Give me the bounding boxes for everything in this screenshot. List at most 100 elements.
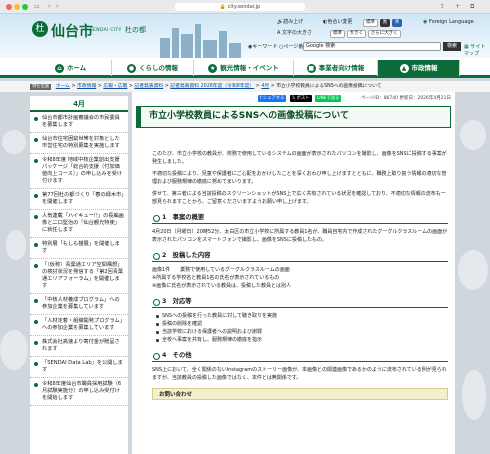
minimize-window-icon[interactable] [14,4,20,10]
skyline-building [229,43,241,58]
share-icon[interactable]: ⇪ [440,3,445,11]
text-standard-button[interactable]: 標準 [330,30,345,38]
read-aloud-label: 読み上げ [283,19,304,25]
city-logo-tagline: 杜の都 [125,26,146,34]
sakura-decoration [458,250,488,290]
updated-label: 更新日： [399,96,418,101]
nav-city-admin[interactable]: ▲ 市政情報 [378,60,460,76]
color-black-button[interactable]: 黒 [379,19,391,27]
section-heading: 1 事案の概要 [152,212,448,224]
nav-living[interactable]: ● くらしの情報 [112,60,194,76]
nav-tourism[interactable]: ★ 観光情報・イベント [194,60,294,76]
section-paragraph: SNS上において、全く関係のないInstagramのストーリー画像が、本画像との… [152,367,447,381]
section-heading: 3 対応等 [152,296,448,308]
breadcrumb-link[interactable]: 4月 [261,84,269,89]
sidebar-link[interactable]: 「人材定着・組織開発プログラム」への参加企業を募集しています [30,315,128,336]
page-title: 市立小学校教員によるSNSへの画像投稿について [149,111,349,121]
text-large-button[interactable]: 大きく [346,30,367,38]
sidebar-link[interactable]: 人気連載「ハイキュー!!」の長編画像と二口堅治の「仙台観光特使」に就任します [30,210,128,238]
x-post-button[interactable]: 𝕏 ポスト [289,95,312,102]
sidebar-link[interactable]: 令和8年度 地域中核企業創出支援パッケージ「総合的支援（付加価値向上コース）」の… [30,154,128,189]
back-icon[interactable]: ‹ [48,3,50,11]
tabs-overview-icon[interactable]: ⧉ [470,3,474,11]
color-change-text: 色合い変更 [327,19,353,25]
intro-paragraph: このたび、市立小学校の教員が、校務で使用しているシステムの画面が表示されたパソコ… [152,151,447,165]
sakura-decoration [462,370,486,420]
line-share-label: LINEで送る [316,96,340,101]
maximize-window-icon[interactable] [22,4,28,10]
sidebar-link[interactable]: 「中核人材養成プログラム」への参加企業を募集しています [30,294,128,315]
search-button[interactable]: 検索 [443,42,461,51]
breadcrumb-current: 市立小学校教員によるSNSへの画像投稿について [276,84,382,89]
skyline-building [172,28,179,58]
nav-living-label: くらしの情報 [139,64,178,72]
nav-home[interactable]: ⌂ ホーム [30,60,112,76]
sakura-decoration [460,120,486,150]
sitemap-link[interactable]: ▦ サイトマップ [464,43,490,57]
sidebar-link[interactable]: 令和8年度仙台市職員採用試験（6月試験実施分）の申し込み受付けを開始します [30,378,128,406]
text-size-label: A 文字の大きさ [277,29,312,37]
new-tab-icon[interactable]: + [455,3,460,11]
intro-paragraph: 併せて、第三者による当該投稿のスクリーンショットがSNS上で広く共有されている状… [152,191,446,205]
address-bar[interactable]: 🔒 city.sendai.jp [175,3,305,11]
site-header: 杜 仙台市 SENDAI CITY 杜の都 🔊読み上げ ◐色合い変更 標準 黒 … [0,14,490,58]
address-text: city.sendai.jp [227,4,261,10]
color-blue-button[interactable]: 青 [391,19,403,27]
x-logo-icon: 𝕏 [291,96,296,101]
forward-icon[interactable]: › [56,3,58,11]
color-change-label: ◐色合い変更 [323,18,352,26]
sakura-decoration [0,330,28,370]
city-logo-english: SENDAI CITY [90,28,122,33]
x-post-label: ポスト [296,96,310,101]
search-input[interactable]: Google 検索 [303,42,441,51]
updated-date: 2026年4月21日 [417,96,451,101]
page-title-box: 市立小学校教員によるSNSへの画像投稿について [136,106,451,128]
breadcrumb-link[interactable]: 記者発表資料 [134,84,163,89]
main-content: f シェアする 𝕏 ポスト LINEで送る ページID：86740 更新日：20… [132,92,455,454]
facebook-share-label: シェアする [262,96,285,101]
text-larger-button[interactable]: さらに大きく [367,30,401,38]
nav-home-label: ホーム [66,64,87,72]
section-line: ※画像に氏名が表示されている教員は、投稿した教員とは別人 [152,283,292,289]
breadcrumb-link[interactable]: 記者発表資料 2026年度（令和8年度） [170,84,254,89]
sidebar-link[interactable]: 「（仮称）青葉通エリア空間構想」の検討状況を発信する「第2回青葉通エリアフォーラ… [30,259,128,294]
sidebar-toggle-icon[interactable]: ▭ [34,3,40,11]
breadcrumb-link[interactable]: ホーム [56,84,70,89]
nav-business[interactable]: ■ 事業者向け情報 [294,60,378,76]
sakura-decoration [2,130,26,154]
sidebar-link[interactable]: 第77回杜の都づくり「春の緑木市」を開催します [30,189,128,210]
facebook-share-button[interactable]: f シェアする [258,95,287,102]
browser-toolbar: ▭ ‹ › 🔒 city.sendai.jp ⇪ + ⧉ [0,0,490,14]
text-size-options: 標準 大きく さらに大きく [330,29,401,38]
breadcrumb-link[interactable]: 市政情報 [77,84,96,89]
breadcrumb-link[interactable]: 広報・広聴 [103,84,127,89]
person-icon: ● [127,63,136,73]
list-item: 投稿の削除を確認 [156,320,448,328]
sidebar-link[interactable]: 「SENDAI Data Lab」を公開します [30,357,128,378]
keyword-radio-label: キーワード [252,44,278,50]
line-share-button[interactable]: LINEで送る [314,95,342,102]
read-aloud-button[interactable]: 🔊読み上げ [277,18,303,26]
global-nav: ⌂ ホーム ● くらしの情報 ★ 観光情報・イベント ■ 事業者向け情報 ▲ 市政情報 [0,58,490,78]
page-id: 86740 [383,96,399,101]
sidebar-link[interactable]: 仙台市都市計画審議会の市民委員を募集します [30,112,128,133]
city-logo-name[interactable]: 仙台市 [51,21,93,41]
sidebar-link[interactable]: 株式会社高速より寄付金が贈呈されます [30,336,128,357]
list-item: 全校へ事案を共有し、服務規律の徹底を指示 [156,336,448,344]
sidebar-link[interactable]: 仙台市住宅困窮世帯を対象とした市営住宅の特別募集を実施します [30,133,128,154]
color-standard-button[interactable]: 標準 [363,19,378,27]
city-logo-icon[interactable]: 杜 [32,21,48,37]
color-options: 標準 黒 青 [363,18,403,27]
house-icon: ⌂ [54,63,64,73]
globe-icon: ◉ [423,19,428,25]
sidebar: 4月 仙台市都市計画審議会の市民委員を募集します 仙台市住宅困窮世帯を対象とした… [30,96,128,454]
section-paragraph: 4月20日（月曜日）20時52分、太白区の市立小学校に所属する教員1名が、職員自… [152,229,448,243]
list-item: SNSへの投稿を行った教員に対して聴き取りを実施 [156,312,448,320]
section-line: ※所属する学校名と教員1名の氏名が表示されているもの [152,275,280,281]
foreign-language-button[interactable]: ◉ Foreign Language [423,18,474,26]
close-window-icon[interactable] [6,4,12,10]
search-type-options: ◉キーワード ○ページ番号 [248,43,308,51]
sitemap-icon: ▦ [464,44,469,50]
briefcase-icon: ■ [306,63,316,73]
sidebar-link[interactable]: 特別展「もしも猫展」を開催します [30,238,128,259]
